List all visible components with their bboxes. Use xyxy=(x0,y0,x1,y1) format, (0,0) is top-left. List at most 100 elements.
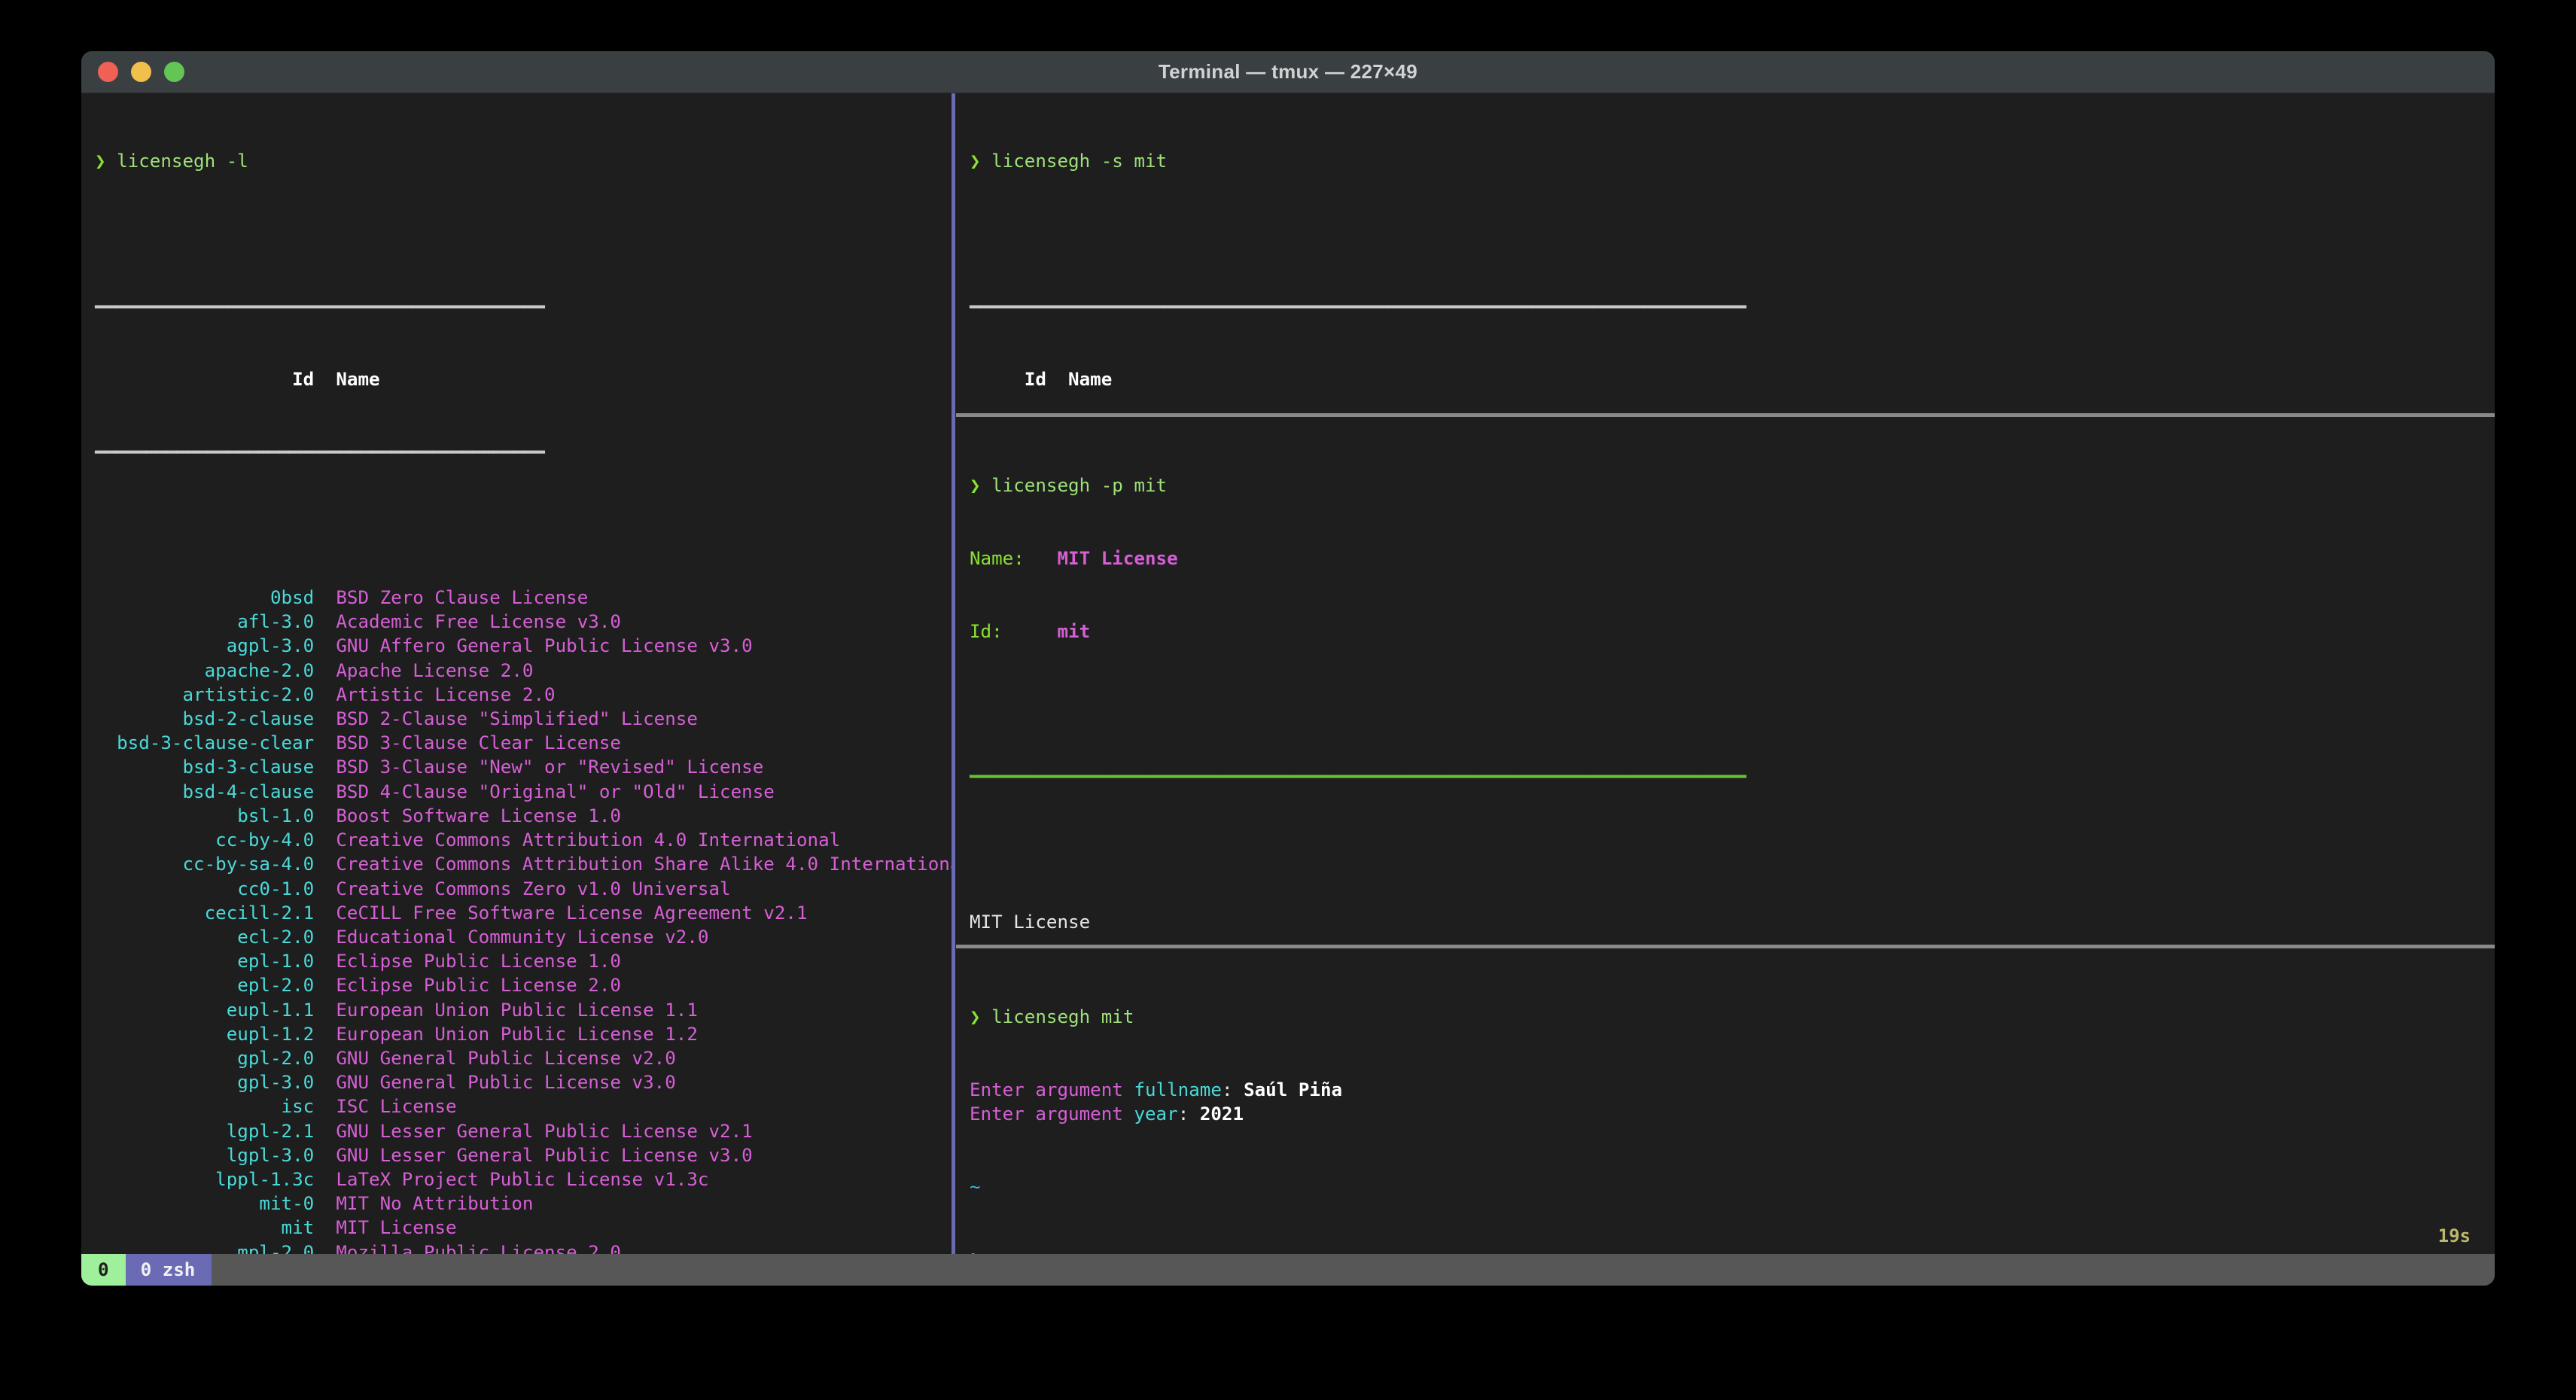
meta-id-row: Id: mit xyxy=(970,619,2495,644)
license-id: eupl-1.2 xyxy=(95,1023,315,1045)
pane-license-generate[interactable]: ❯ licensegh mit Enter argument fullname:… xyxy=(956,949,2495,1254)
license-name: CeCILL Free Software License Agreement v… xyxy=(336,902,808,924)
license-id: bsd-3-clause xyxy=(95,756,315,778)
prompt-variable-name: fullname xyxy=(1134,1079,1222,1101)
license-id: mit-0 xyxy=(95,1193,315,1215)
license-id: cecill-2.1 xyxy=(95,902,315,924)
license-name: Educational Community License v2.0 xyxy=(336,926,709,948)
shell-prompt-icon: ❯ xyxy=(970,475,981,497)
license-name: Apache License 2.0 xyxy=(336,659,534,681)
prompt-variable-name: year xyxy=(1134,1103,1178,1125)
license-row: 0bsd BSD Zero Clause License xyxy=(95,586,952,610)
license-name: Eclipse Public License 1.0 xyxy=(336,951,621,972)
license-row: eupl-1.1 European Union Public License 1… xyxy=(95,998,952,1022)
status-clock: 19s xyxy=(2437,1225,2471,1246)
vertical-pane-divider[interactable] xyxy=(952,93,955,1254)
license-row: cc-by-4.0 Creative Commons Attribution 4… xyxy=(95,828,952,852)
argument-prompt-row: Enter argument year: 2021 xyxy=(970,1102,2495,1126)
license-row: afl-3.0 Academic Free License v3.0 xyxy=(95,610,952,634)
command-text: licensegh -p mit xyxy=(991,475,1168,497)
license-id: bsd-3-clause-clear xyxy=(95,732,315,754)
meta-name-label: Name: xyxy=(970,548,1025,570)
horizontal-pane-divider-top[interactable] xyxy=(956,413,2495,417)
license-id: gpl-2.0 xyxy=(95,1047,315,1069)
prompt-entered-value[interactable]: Saúl Piña xyxy=(1244,1079,1342,1100)
meta-id-value: mit xyxy=(1057,620,1091,642)
license-name: Artistic License 2.0 xyxy=(336,683,556,705)
license-title: MIT License xyxy=(970,912,1091,933)
license-name: GNU Lesser General Public License v3.0 xyxy=(336,1144,753,1166)
shell-prompt-generate: ❯ xyxy=(970,1247,2495,1254)
license-id: bsl-1.0 xyxy=(95,805,315,826)
argument-prompt-row: Enter argument fullname: Saúl Piña xyxy=(970,1078,2495,1102)
command-line-preview: ❯ licensegh -p mit xyxy=(970,473,2495,498)
minimize-button[interactable] xyxy=(131,62,151,82)
license-id: isc xyxy=(95,1096,315,1118)
license-name: Eclipse Public License 2.0 xyxy=(336,975,621,997)
title-bar[interactable]: Terminal — tmux — 227×49 xyxy=(81,51,2495,93)
license-id: lgpl-2.1 xyxy=(95,1120,315,1142)
close-button[interactable] xyxy=(98,62,118,82)
license-row: cc0-1.0 Creative Commons Zero v1.0 Unive… xyxy=(95,877,952,901)
tmux-status-bar: 0 0 zsh xyxy=(81,1254,2495,1286)
license-name: BSD 3-Clause Clear License xyxy=(336,732,621,754)
search-table-header: Id Name xyxy=(970,369,1113,391)
license-row: mit MIT License xyxy=(95,1216,952,1240)
license-id: lgpl-3.0 xyxy=(95,1144,315,1166)
license-id: apache-2.0 xyxy=(95,659,315,681)
command-text: licensegh -l xyxy=(117,151,248,172)
license-name: GNU General Public License v2.0 xyxy=(336,1047,676,1069)
license-name: MIT License xyxy=(336,1217,457,1239)
prompt-label: Enter argument xyxy=(970,1079,1134,1101)
command-line-search: ❯ licensegh -s mit xyxy=(970,149,2495,173)
meta-name-row: Name: MIT License xyxy=(970,546,2495,571)
license-id: mit xyxy=(95,1217,315,1239)
license-id: cc0-1.0 xyxy=(95,878,315,899)
shell-prompt-icon: ❯ xyxy=(970,151,981,172)
license-name: Creative Commons Zero v1.0 Universal xyxy=(336,878,731,899)
status-session-indicator[interactable]: 0 xyxy=(81,1254,126,1286)
prompt-entered-value[interactable]: 2021 xyxy=(1200,1103,1244,1125)
license-id: agpl-3.0 xyxy=(95,635,315,657)
command-line-generate: ❯ licensegh mit xyxy=(970,1005,2495,1029)
license-name: BSD 2-Clause "Simplified" License xyxy=(336,708,698,730)
license-row: lgpl-3.0 GNU Lesser General Public Licen… xyxy=(95,1143,952,1167)
license-name: BSD Zero Clause License xyxy=(336,587,589,609)
license-row: eupl-1.2 European Union Public License 1… xyxy=(95,1022,952,1046)
license-id: cc-by-sa-4.0 xyxy=(95,854,315,875)
pane-license-search[interactable]: ❯ licensegh -s mit ━━━━━━━━━━━━━━━━━━━━━… xyxy=(956,93,2495,413)
license-row: lppl-1.3c LaTeX Project Public License v… xyxy=(95,1167,952,1192)
license-row: epl-2.0 Eclipse Public License 2.0 xyxy=(95,973,952,997)
license-name: BSD 4-Clause "Original" or "Old" License xyxy=(336,781,775,802)
argument-prompts: Enter argument fullname: Saúl Piña Enter … xyxy=(970,1078,2495,1126)
license-name: GNU Affero General Public License v3.0 xyxy=(336,635,753,657)
license-id: cc-by-4.0 xyxy=(95,829,315,851)
license-row: gpl-2.0 GNU General Public License v2.0 xyxy=(95,1046,952,1070)
license-id: epl-1.0 xyxy=(95,951,315,972)
license-row: cecill-2.1 CeCILL Free Software License … xyxy=(95,901,952,925)
license-id: mpl-2.0 xyxy=(95,1241,315,1254)
license-table-body: 0bsd BSD Zero Clause License afl-3.0 Aca… xyxy=(95,586,952,1254)
license-row: bsd-3-clause BSD 3-Clause "New" or "Revi… xyxy=(95,755,952,779)
license-row: apache-2.0 Apache License 2.0 xyxy=(95,659,952,683)
license-name: LaTeX Project Public License v1.3c xyxy=(336,1168,709,1190)
status-window-indicator[interactable]: 0 zsh xyxy=(125,1254,212,1286)
status-bar-filler xyxy=(212,1254,2495,1286)
pane-license-preview[interactable]: ❯ licensegh -p mit Name: MIT License Id:… xyxy=(956,418,2495,945)
license-row: bsd-2-clause BSD 2-Clause "Simplified" L… xyxy=(95,707,952,731)
license-row: mpl-2.0 Mozilla Public License 2.0 xyxy=(95,1240,952,1254)
zoom-button[interactable] xyxy=(164,62,184,82)
license-id: 0bsd xyxy=(95,587,315,609)
license-id: bsd-4-clause xyxy=(95,781,315,802)
pane-license-list[interactable]: ❯ licensegh -l ━━━━━━━━━━━━━━━━━━━━━━━━━… xyxy=(81,93,952,1254)
license-row: bsd-4-clause BSD 4-Clause "Original" or … xyxy=(95,780,952,804)
license-row: gpl-3.0 GNU General Public License v3.0 xyxy=(95,1070,952,1094)
license-row: artistic-2.0 Artistic License 2.0 xyxy=(95,683,952,707)
license-row: cc-by-sa-4.0 Creative Commons Attributio… xyxy=(95,852,952,876)
prompt-colon: : xyxy=(1221,1079,1244,1101)
prompt-label: Enter argument xyxy=(970,1103,1134,1125)
horizontal-pane-divider-bottom[interactable] xyxy=(956,945,2495,948)
license-name: European Union Public License 1.1 xyxy=(336,999,698,1021)
command-text: licensegh mit xyxy=(991,1006,1134,1028)
table-header-left: Id Name xyxy=(95,369,380,391)
